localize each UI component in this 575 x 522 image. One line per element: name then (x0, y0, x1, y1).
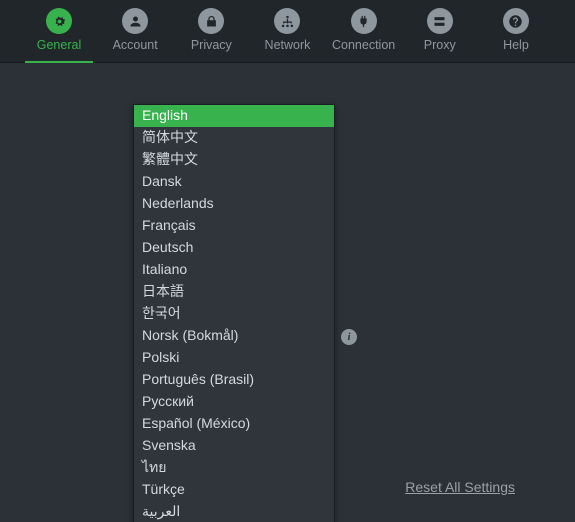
lock-icon (198, 8, 224, 34)
tab-label: Connection (332, 38, 395, 52)
language-option[interactable]: Polski (134, 347, 334, 369)
language-option[interactable]: Norsk (Bokmål) (134, 325, 334, 347)
language-option[interactable]: العربية (134, 501, 334, 522)
language-option[interactable]: Español (México) (134, 413, 334, 435)
tab-proxy[interactable]: Proxy (406, 6, 474, 62)
tab-connection[interactable]: Connection (330, 6, 398, 62)
tab-account[interactable]: Account (101, 6, 169, 62)
question-icon (503, 8, 529, 34)
info-icon[interactable]: i (341, 329, 357, 345)
language-option[interactable]: 한국어 (134, 303, 334, 325)
language-option[interactable]: ไทย (134, 457, 334, 479)
tab-help[interactable]: Help (482, 6, 550, 62)
network-icon (274, 8, 300, 34)
language-option[interactable]: English (134, 105, 334, 127)
tab-label: Help (503, 38, 529, 52)
language-option[interactable]: Русский (134, 391, 334, 413)
language-option[interactable]: 日本語 (134, 281, 334, 303)
language-option[interactable]: Deutsch (134, 237, 334, 259)
tab-label: Account (113, 38, 158, 52)
language-dropdown[interactable]: English简体中文繁體中文DanskNederlandsFrançaisDe… (133, 104, 335, 522)
user-icon (122, 8, 148, 34)
language-option[interactable]: Nederlands (134, 193, 334, 215)
settings-tabbar: General Account Privacy Network Connecti… (0, 0, 575, 63)
language-option[interactable]: Dansk (134, 171, 334, 193)
language-option[interactable]: 简体中文 (134, 127, 334, 149)
tab-label: Network (265, 38, 311, 52)
tab-general[interactable]: General (25, 6, 93, 62)
tab-label: Proxy (424, 38, 456, 52)
tab-label: Privacy (191, 38, 232, 52)
language-option[interactable]: Português (Brasil) (134, 369, 334, 391)
gear-icon (46, 8, 72, 34)
tab-network[interactable]: Network (253, 6, 321, 62)
settings-content: English简体中文繁體中文DanskNederlandsFrançaisDe… (0, 63, 575, 522)
tab-label: General (37, 38, 81, 52)
language-option[interactable]: Français (134, 215, 334, 237)
language-option[interactable]: Türkçe (134, 479, 334, 501)
server-icon (427, 8, 453, 34)
plug-icon (351, 8, 377, 34)
tab-privacy[interactable]: Privacy (177, 6, 245, 62)
language-option[interactable]: Italiano (134, 259, 334, 281)
language-option[interactable]: 繁體中文 (134, 149, 334, 171)
language-option[interactable]: Svenska (134, 435, 334, 457)
reset-all-settings-link[interactable]: Reset All Settings (405, 479, 515, 495)
